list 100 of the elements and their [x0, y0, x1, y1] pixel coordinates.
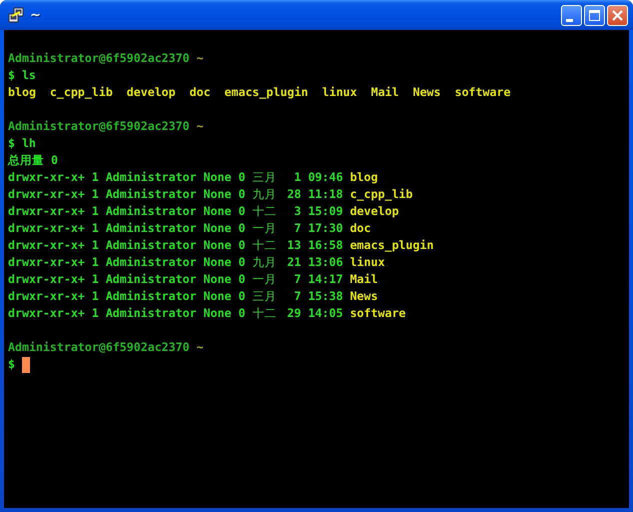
minimize-icon — [566, 18, 572, 22]
group: None — [203, 254, 232, 271]
directory-name: software — [350, 305, 406, 322]
owner: Administrator — [106, 169, 196, 186]
time: 14:05 — [308, 305, 343, 322]
group: None — [203, 288, 232, 305]
link-count: 1 — [92, 271, 99, 288]
permissions: drwxr-xr-x+ — [8, 237, 85, 254]
month: 十二 — [252, 237, 278, 254]
link-count: 1 — [92, 237, 99, 254]
maximize-button[interactable] — [584, 4, 605, 26]
day: 28 — [287, 186, 302, 203]
link-count: 1 — [92, 254, 99, 271]
permissions: drwxr-xr-x+ — [8, 220, 85, 237]
owner: Administrator — [106, 237, 196, 254]
directory-name: News — [412, 84, 441, 101]
directory-name: software — [454, 84, 511, 101]
link-count: 1 — [92, 203, 99, 220]
close-button[interactable] — [607, 4, 628, 26]
file-size: 0 — [238, 220, 246, 237]
group: None — [203, 220, 232, 237]
time: 15:09 — [308, 203, 343, 220]
file-size: 0 — [238, 288, 246, 305]
directory-name: c_cpp_lib — [50, 84, 113, 101]
window-title: ~ — [30, 8, 42, 22]
prompt-user-host: Administrator@6f5902ac2370 — [8, 118, 190, 135]
month: 一月 — [252, 220, 278, 237]
day: 1 — [287, 169, 302, 186]
permissions: drwxr-xr-x+ — [8, 203, 85, 220]
month: 三月 — [252, 169, 278, 186]
prompt-user-host: Administrator@6f5902ac2370 — [8, 339, 190, 356]
prompt-directory: ~ — [196, 118, 204, 135]
prompt-sign: $ — [8, 67, 15, 84]
prompt-directory: ~ — [196, 339, 204, 356]
file-size: 0 — [238, 169, 246, 186]
permissions: drwxr-xr-x+ — [8, 186, 85, 203]
permissions: drwxr-xr-x+ — [8, 254, 85, 271]
permissions: drwxr-xr-x+ — [8, 271, 85, 288]
day: 3 — [287, 203, 302, 220]
month: 一月 — [252, 271, 278, 288]
time: 14:17 — [308, 271, 343, 288]
file-size: 0 — [238, 271, 246, 288]
day: 7 — [287, 220, 302, 237]
directory-name: linux — [322, 84, 358, 101]
close-icon — [612, 10, 623, 20]
time: 17:30 — [308, 220, 343, 237]
directory-name: develop — [126, 84, 176, 101]
maximize-icon — [589, 10, 600, 20]
permissions: drwxr-xr-x+ — [8, 305, 85, 322]
group: None — [203, 186, 232, 203]
owner: Administrator — [106, 305, 196, 322]
link-count: 1 — [92, 288, 99, 305]
file-size: 0 — [238, 186, 246, 203]
month: 十二 — [252, 203, 278, 220]
link-count: 1 — [92, 186, 99, 203]
app-icon — [8, 7, 24, 23]
month: 十二 — [252, 305, 278, 322]
time: 09:46 — [308, 169, 343, 186]
permissions: drwxr-xr-x+ — [8, 169, 85, 186]
link-count: 1 — [92, 305, 99, 322]
directory-name: News — [350, 288, 378, 305]
directory-name: doc — [350, 220, 371, 237]
command-text: lh — [22, 135, 36, 152]
directory-name: c_cpp_lib — [350, 186, 413, 203]
file-size: 0 — [238, 254, 246, 271]
prompt-sign: $ — [8, 135, 15, 152]
group: None — [203, 271, 232, 288]
time: 13:06 — [308, 254, 343, 271]
owner: Administrator — [106, 288, 196, 305]
day: 29 — [287, 305, 302, 322]
directory-name: linux — [350, 254, 385, 271]
file-size: 0 — [238, 237, 246, 254]
file-size: 0 — [238, 305, 246, 322]
directory-name: emacs_plugin — [224, 84, 308, 101]
directory-name: blog — [350, 169, 378, 186]
owner: Administrator — [106, 203, 196, 220]
time: 16:58 — [308, 237, 343, 254]
prompt-user-host: Administrator@6f5902ac2370 — [8, 50, 190, 67]
directory-name: Mail — [350, 271, 378, 288]
permissions: drwxr-xr-x+ — [8, 288, 85, 305]
month: 九月 — [252, 186, 278, 203]
owner: Administrator — [106, 254, 196, 271]
prompt-directory: ~ — [196, 50, 204, 67]
day: 21 — [287, 254, 302, 271]
month: 九月 — [252, 254, 278, 271]
owner: Administrator — [106, 271, 196, 288]
group: None — [203, 203, 232, 220]
minimize-button[interactable] — [561, 4, 582, 26]
output-text: 总用量 0 — [8, 152, 58, 169]
day: 7 — [287, 288, 302, 305]
command-text: ls — [22, 67, 36, 84]
time: 11:18 — [308, 186, 343, 203]
day: 13 — [287, 237, 302, 254]
directory-name: doc — [189, 84, 210, 101]
group: None — [203, 169, 232, 186]
directory-name: develop — [350, 203, 399, 220]
text-cursor — [22, 356, 30, 372]
link-count: 1 — [92, 169, 99, 186]
owner: Administrator — [106, 186, 196, 203]
link-count: 1 — [92, 220, 99, 237]
